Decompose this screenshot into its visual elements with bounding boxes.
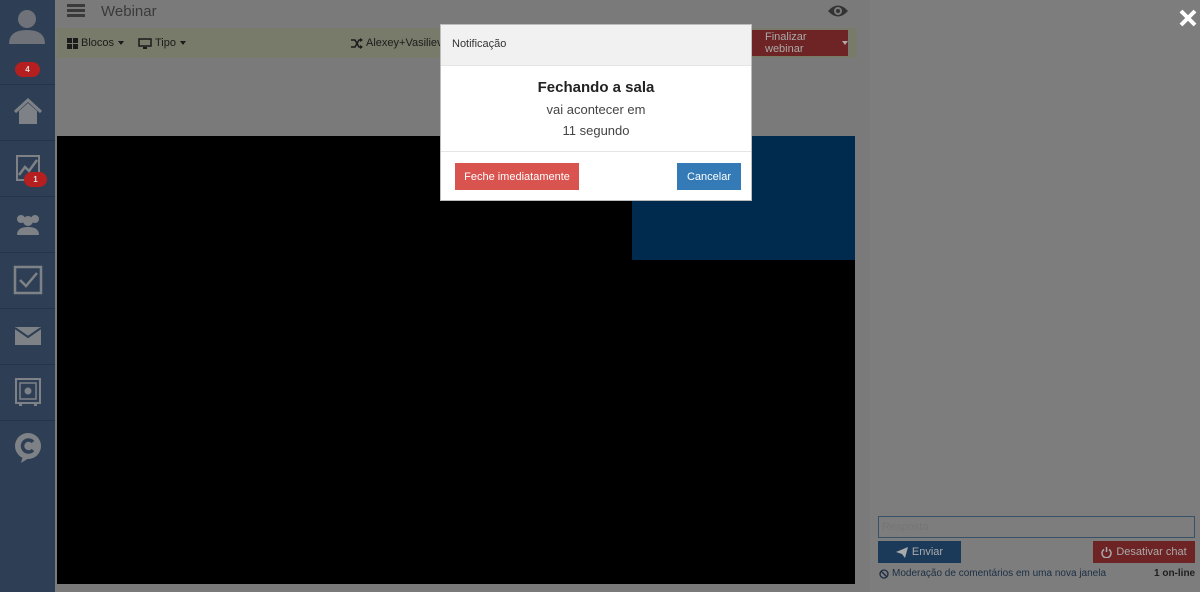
sidebar-item-users[interactable] bbox=[0, 196, 55, 251]
caret-down-icon bbox=[180, 41, 186, 45]
safe-icon bbox=[14, 378, 41, 406]
hamburger-menu-icon[interactable] bbox=[65, 2, 87, 22]
moderation-link[interactable]: Moderação de comentários em uma nova jan… bbox=[879, 568, 1106, 579]
home-icon bbox=[13, 98, 42, 124]
disable-chat-button[interactable]: Desativar chat bbox=[1093, 541, 1195, 563]
finish-webinar-label: Finalizar webinar bbox=[765, 31, 807, 55]
stats-badge: 1 bbox=[24, 172, 47, 187]
page-title: Webinar bbox=[101, 3, 157, 20]
disable-chat-label: Desativar chat bbox=[1116, 546, 1187, 558]
sidebar-item-safe[interactable] bbox=[0, 364, 55, 419]
send-label: Enviar bbox=[911, 546, 944, 558]
notification-count-badge: 4 bbox=[15, 62, 40, 77]
close-now-button[interactable]: Feche imediatamente bbox=[455, 163, 579, 190]
type-label: Tipo bbox=[155, 37, 176, 49]
modal-footer: Feche imediatamente Cancelar bbox=[441, 151, 751, 201]
sidebar-item-home[interactable] bbox=[0, 84, 55, 139]
users-icon bbox=[16, 215, 39, 235]
modal-line-1: vai acontecer em bbox=[546, 102, 646, 117]
participant-label: Alexey+Vasiliev bbox=[366, 37, 443, 49]
finish-webinar-button[interactable]: Finalizar webinar bbox=[747, 30, 848, 56]
modal-countdown: 11 segundo bbox=[562, 123, 630, 138]
online-count: 1 on-line bbox=[1154, 568, 1196, 579]
shuffle-icon bbox=[351, 37, 363, 49]
cancel-button[interactable]: Cancelar bbox=[677, 163, 741, 190]
moderation-label: Moderação de comentários em uma nova jan… bbox=[892, 568, 1107, 579]
eye-icon[interactable] bbox=[827, 3, 849, 19]
ban-icon bbox=[879, 568, 889, 579]
sidebar-item-chat[interactable] bbox=[0, 420, 55, 475]
send-button[interactable]: Enviar bbox=[878, 541, 961, 563]
caret-down-icon bbox=[118, 41, 125, 45]
sidebar-item-stats[interactable] bbox=[0, 140, 55, 195]
user-avatar-icon bbox=[9, 10, 45, 44]
monitor-icon bbox=[138, 37, 152, 49]
avatar[interactable] bbox=[0, 0, 55, 56]
mail-icon bbox=[13, 327, 42, 345]
sidebar-item-tasks[interactable] bbox=[0, 252, 55, 307]
sidebar: 4 1 bbox=[0, 0, 55, 592]
modal-title: Fechando a sala bbox=[537, 79, 655, 96]
paper-plane-icon bbox=[895, 546, 908, 558]
top-bar: Webinar bbox=[55, 0, 867, 26]
blocks-label: Blocos bbox=[81, 37, 115, 49]
chat-panel bbox=[870, 0, 1200, 592]
checkbox-icon bbox=[13, 265, 42, 295]
notification-modal: Notificação Fechando a sala vai acontece… bbox=[440, 24, 752, 201]
power-icon bbox=[1101, 546, 1113, 558]
close-icon[interactable] bbox=[1178, 8, 1198, 28]
blocks-dropdown[interactable]: Blocos bbox=[67, 37, 125, 49]
sidebar-item-mail[interactable] bbox=[0, 308, 55, 363]
grid-icon bbox=[67, 37, 78, 49]
modal-body: Fechando a sala vai acontecer em 11 segu… bbox=[441, 66, 751, 151]
chat-reply-input[interactable] bbox=[878, 516, 1195, 538]
chat-logo-icon bbox=[14, 433, 41, 463]
caret-down-icon bbox=[842, 41, 848, 45]
type-dropdown[interactable]: Tipo bbox=[138, 37, 186, 49]
participant-switch[interactable]: Alexey+Vasiliev bbox=[351, 37, 443, 49]
modal-header: Notificação bbox=[441, 25, 751, 66]
